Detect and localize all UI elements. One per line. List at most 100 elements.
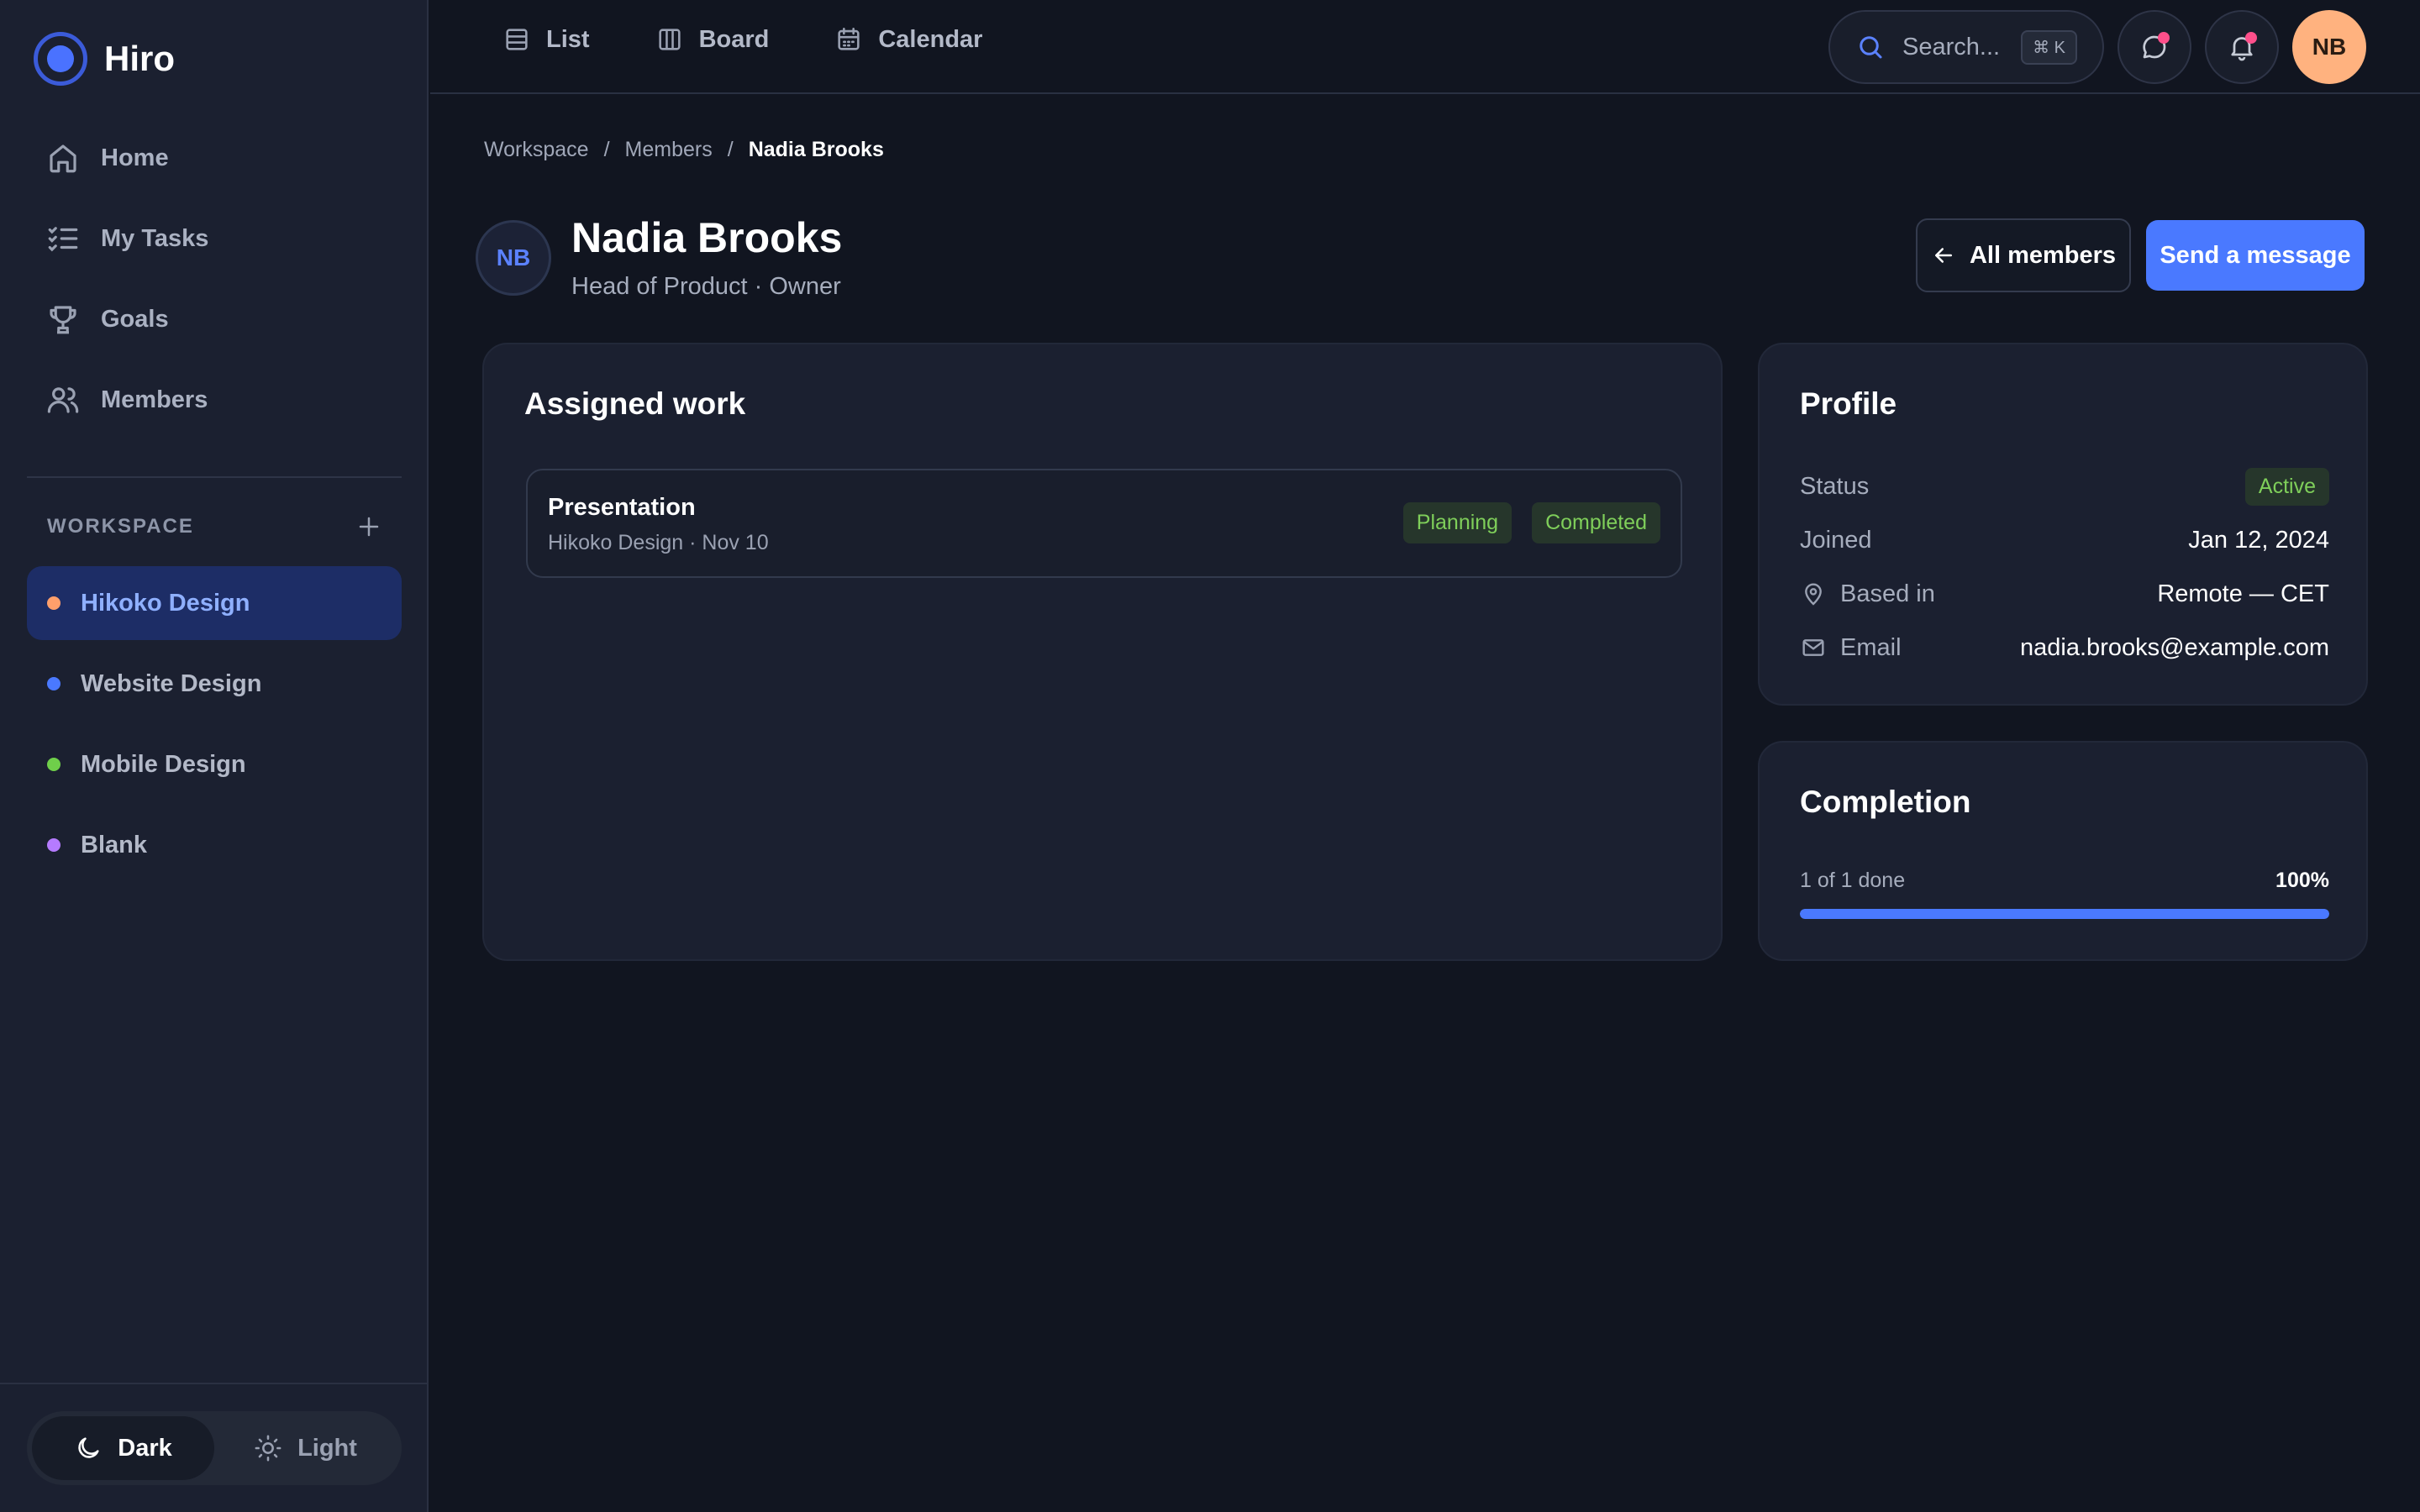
view-tabs: List Board Calendar	[502, 25, 982, 54]
sidebar-item-label: Home	[101, 144, 169, 171]
tab-label: Board	[698, 25, 770, 53]
app-name: Hiro	[104, 39, 175, 78]
completion-card: Completion 1 of 1 done 100%	[1758, 741, 2368, 961]
work-item-title: Presentation	[548, 494, 696, 521]
completion-progress-bar	[1800, 909, 2329, 919]
theme-toggle: Dark Light	[27, 1411, 402, 1485]
workspace-header-label: WORKSPACE	[47, 515, 194, 538]
tag-completed: Completed	[1532, 502, 1660, 543]
sidebar: Hiro Home My Tasks Goals Members WORKSPA…	[0, 0, 429, 1512]
notifications-button[interactable]	[2205, 10, 2279, 84]
status-badge: Active	[2244, 467, 2329, 506]
member-avatar: NB	[476, 220, 551, 296]
location-pin-icon	[1800, 580, 1827, 607]
send-message-button[interactable]: Send a message	[2146, 220, 2365, 291]
profile-card: Profile Status Active Joined Jan 12, 202…	[1758, 343, 2368, 706]
moon-icon	[74, 1434, 103, 1462]
profile-row-based-in: Based in Remote — CET	[1800, 573, 2329, 615]
list-icon	[502, 25, 531, 54]
workspace-item-mobile-design[interactable]: Mobile Design	[27, 727, 402, 801]
profile-row-status: Status Active	[1800, 465, 2329, 507]
sidebar-item-label: Members	[101, 386, 208, 413]
all-members-button[interactable]: All members	[1916, 218, 2131, 292]
trophy-icon	[45, 302, 81, 337]
unread-badge	[2245, 32, 2257, 44]
sidebar-item-home[interactable]: Home	[27, 118, 402, 198]
work-item-subtitle: Hikoko Design · Nov 10	[548, 531, 769, 554]
tag-planning: Planning	[1402, 502, 1512, 543]
workspace-item-blank[interactable]: Blank	[27, 808, 402, 882]
breadcrumb-members[interactable]: Members	[625, 138, 713, 162]
based-in-value: Remote — CET	[2157, 580, 2329, 607]
sidebar-item-my-tasks[interactable]: My Tasks	[27, 198, 402, 279]
completion-title: Completion	[1800, 785, 1971, 819]
profile-row-joined: Joined Jan 12, 2024	[1800, 519, 2329, 561]
email-label-group: Email	[1800, 634, 1902, 662]
based-in-label-group: Based in	[1800, 580, 1935, 608]
theme-light-label: Light	[297, 1434, 357, 1462]
search-shortcut: ⌘ K	[2021, 29, 2077, 65]
workspace-item-label: Blank	[81, 831, 147, 858]
add-workspace-icon[interactable]	[356, 514, 381, 539]
workspace-item-website-design[interactable]: Website Design	[27, 647, 402, 721]
breadcrumb: Workspace / Members / Nadia Brooks	[484, 138, 884, 162]
email-label: Email	[1840, 633, 1902, 661]
member-role: Head of Product · Owner	[571, 273, 841, 300]
messages-button[interactable]	[2118, 10, 2191, 84]
sidebar-nav: Home My Tasks Goals Members	[27, 118, 402, 440]
tab-list[interactable]: List	[502, 25, 590, 54]
tab-board[interactable]: Board	[655, 25, 770, 54]
search-icon	[1855, 32, 1886, 62]
theme-dark-label: Dark	[118, 1434, 172, 1462]
search-placeholder: Search...	[1902, 33, 2001, 60]
user-avatar[interactable]: NB	[2292, 10, 2366, 84]
workspace-color-dot	[47, 596, 60, 610]
sidebar-divider	[27, 476, 402, 478]
all-members-label: All members	[1969, 241, 2117, 269]
email-value[interactable]: nadia.brooks@example.com	[2020, 634, 2329, 662]
board-icon	[655, 25, 684, 54]
joined-value: Jan 12, 2024	[2188, 526, 2329, 554]
arrow-left-icon	[1931, 243, 1956, 268]
workspace-item-label: Website Design	[81, 669, 262, 697]
status-label: Status	[1800, 472, 1870, 500]
tab-calendar[interactable]: Calendar	[834, 25, 982, 54]
workspace-header: WORKSPACE	[47, 514, 381, 539]
breadcrumb-workspace[interactable]: Workspace	[484, 138, 589, 162]
workspace-color-dot	[47, 758, 60, 771]
member-header: NB Nadia Brooks Head of Product · Owner	[476, 215, 842, 301]
assigned-work-title: Assigned work	[524, 386, 746, 421]
app-logo[interactable]: Hiro	[34, 32, 175, 86]
work-item[interactable]: Presentation Hikoko Design · Nov 10 Plan…	[526, 469, 1682, 578]
mail-icon	[1800, 634, 1827, 661]
workspace-item-hikoko-design[interactable]: Hikoko Design	[27, 566, 402, 640]
sidebar-item-members[interactable]: Members	[27, 360, 402, 440]
profile-row-email: Email nadia.brooks@example.com	[1800, 627, 2329, 669]
calendar-icon	[834, 25, 863, 54]
sidebar-item-goals[interactable]: Goals	[27, 279, 402, 360]
work-item-tags: Planning Completed	[1402, 502, 1660, 543]
workspace-item-label: Hikoko Design	[81, 589, 250, 617]
tab-label: Calendar	[878, 25, 983, 53]
workspace-item-label: Mobile Design	[81, 750, 246, 778]
sun-icon	[254, 1434, 282, 1462]
unread-badge	[2158, 32, 2170, 44]
theme-dark-button[interactable]: Dark	[32, 1416, 214, 1480]
breadcrumb-separator: /	[727, 138, 734, 161]
sidebar-item-label: My Tasks	[101, 224, 209, 252]
logo-icon	[34, 32, 87, 86]
page-title: Nadia Brooks	[571, 214, 843, 261]
completion-meta: 1 of 1 done 100%	[1800, 869, 2329, 893]
sidebar-item-label: Goals	[101, 305, 169, 333]
home-icon	[45, 140, 81, 176]
completion-percent: 100%	[2275, 869, 2329, 892]
workspace-color-dot	[47, 677, 60, 690]
theme-light-button[interactable]: Light	[214, 1416, 397, 1480]
workspace-list: Hikoko Design Website Design Mobile Desi…	[27, 566, 402, 889]
app-root: Hiro Home My Tasks Goals Members WORKSPA…	[0, 0, 2420, 1512]
joined-label: Joined	[1800, 526, 1872, 554]
completion-label: 1 of 1 done	[1800, 869, 1906, 892]
search-input[interactable]: Search... ⌘ K	[1828, 10, 2104, 84]
workspace-color-dot	[47, 838, 60, 852]
users-icon	[45, 382, 81, 417]
